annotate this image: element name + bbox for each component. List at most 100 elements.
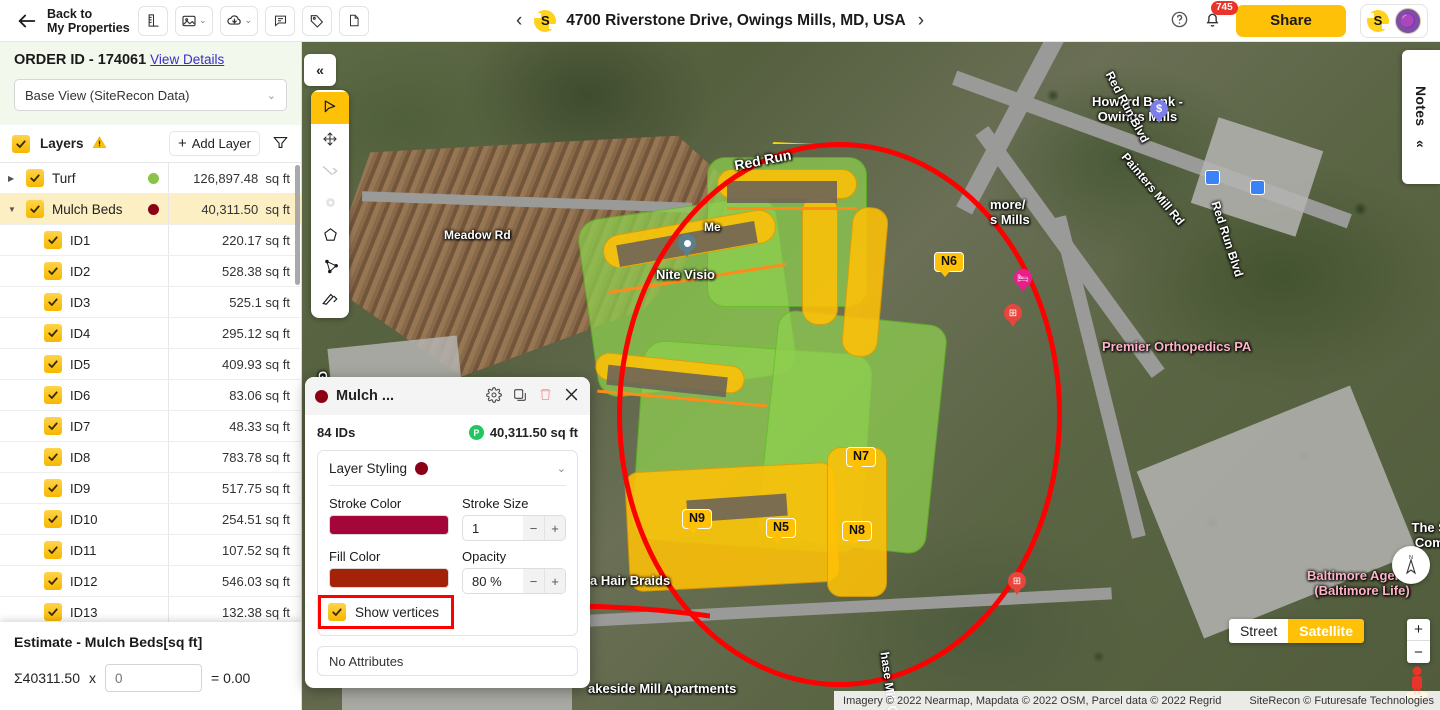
opacity-stepper[interactable]: 80 % − + [462, 568, 566, 594]
user-avatar[interactable]: 🟣 [1395, 7, 1421, 34]
layer-row-id9[interactable]: ID9 517.75 sq ft [0, 473, 301, 504]
layers-master-checkbox[interactable] [12, 134, 30, 153]
feature-checkbox[interactable] [44, 231, 62, 249]
fill-color-swatch[interactable] [329, 568, 449, 588]
layer-checkbox[interactable] [26, 169, 44, 187]
basemap-satellite-option[interactable]: Satellite [1288, 619, 1364, 643]
note-marker[interactable]: N7 [846, 447, 876, 472]
view-details-link[interactable]: View Details [150, 52, 224, 67]
feature-name: ID8 [70, 449, 91, 465]
line-tool[interactable] [311, 156, 349, 188]
feature-checkbox[interactable] [44, 479, 62, 497]
help-icon[interactable] [1170, 10, 1189, 32]
zoom-out-button[interactable]: − [1407, 641, 1430, 663]
layer-row-id5[interactable]: ID5 409.93 sq ft [0, 349, 301, 380]
layer-rows[interactable]: ▶ Turf 126,897.48 sq ft ▼ Mulch Beds 40,… [0, 163, 301, 655]
stroke-size-increment[interactable]: + [544, 516, 565, 540]
layer-row-id12[interactable]: ID12 546.03 sq ft [0, 566, 301, 597]
show-vertices-checkbox[interactable] [328, 603, 346, 621]
layer-row-id2[interactable]: ID2 528.38 sq ft [0, 256, 301, 287]
note-marker[interactable]: N8 [842, 521, 872, 546]
feature-checkbox[interactable] [44, 603, 62, 621]
collapse-sidebar-button[interactable]: « [304, 54, 336, 86]
feature-name: ID4 [70, 325, 91, 341]
layer-row-id7[interactable]: ID7 48.33 sq ft [0, 411, 301, 442]
share-button[interactable]: Share [1236, 4, 1346, 37]
feature-checkbox[interactable] [44, 293, 62, 311]
layer-row-turf[interactable]: ▶ Turf 126,897.48 sq ft [0, 163, 301, 194]
stroke-size-decrement[interactable]: − [523, 516, 544, 540]
layer-row-id1[interactable]: ID1 220.17 sq ft [0, 225, 301, 256]
view-select[interactable]: Base View (SiteRecon Data) ⌄ [14, 79, 287, 111]
delete-icon[interactable] [538, 387, 553, 405]
tag-button[interactable] [302, 5, 333, 36]
layer-styling-header[interactable]: Layer Styling ⌄ [329, 461, 566, 486]
download-dropdown-button[interactable]: ⌄ [219, 5, 259, 36]
note-marker[interactable]: N5 [766, 518, 796, 543]
feature-checkbox[interactable] [44, 448, 62, 466]
estimate-sum: Σ40311.50 [14, 670, 81, 686]
feature-checkbox[interactable] [44, 417, 62, 435]
imagery-dropdown-button[interactable]: ⌄ [175, 5, 213, 36]
feature-checkbox[interactable] [44, 355, 62, 373]
notes-panel-tab[interactable]: Notes « [1402, 50, 1440, 184]
layer-row-id4[interactable]: ID4 295.12 sq ft [0, 318, 301, 349]
feature-checkbox[interactable] [44, 262, 62, 280]
feature-checkbox[interactable] [44, 541, 62, 559]
stroke-size-stepper[interactable]: 1 − + [462, 515, 566, 541]
polygon-tool[interactable] [311, 220, 349, 252]
opacity-increment[interactable]: + [544, 569, 565, 593]
warning-icon[interactable] [92, 135, 107, 153]
layer-checkbox[interactable] [26, 200, 44, 218]
comments-button[interactable] [265, 5, 296, 36]
notifications-button[interactable]: 745 [1203, 0, 1238, 32]
note-marker[interactable]: N6 [934, 252, 964, 277]
note-marker[interactable]: N9 [682, 509, 712, 534]
stroke-color-swatch[interactable] [329, 515, 449, 535]
layer-row-id8[interactable]: ID8 783.78 sq ft [0, 442, 301, 473]
chevron-down-icon[interactable]: ⌄ [557, 462, 566, 475]
pan-move-tool[interactable] [311, 124, 349, 156]
measure-icon-button[interactable] [138, 5, 168, 36]
styling-color-dot[interactable] [415, 462, 429, 475]
move-icon [322, 131, 338, 150]
opacity-decrement[interactable]: − [523, 569, 544, 593]
layer-row-mulch-beds[interactable]: ▼ Mulch Beds 40,311.50 sq ft [0, 194, 301, 225]
next-property-button[interactable]: › [916, 11, 926, 30]
layer-row-id3[interactable]: ID3 525.1 sq ft [0, 287, 301, 318]
account-group[interactable]: S 🟣 [1360, 3, 1428, 38]
feature-checkbox[interactable] [44, 386, 62, 404]
popup-area-value: 40,311.50 sq ft [489, 425, 578, 440]
previous-property-button[interactable]: ‹ [514, 11, 524, 30]
layer-row-id6[interactable]: ID6 83.06 sq ft [0, 380, 301, 411]
feature-checkbox[interactable] [44, 572, 62, 590]
estimate-rate-input[interactable] [105, 664, 203, 692]
slice-tool[interactable] [311, 284, 349, 316]
gear-icon[interactable] [486, 386, 502, 406]
expand-triangle-icon[interactable]: ▶ [8, 174, 18, 183]
layer-row-id10[interactable]: ID10 254.51 sq ft [0, 504, 301, 535]
layer-color-dot[interactable] [148, 172, 159, 184]
cursor-select-tool[interactable] [311, 92, 349, 124]
filter-icon[interactable] [270, 134, 289, 154]
feature-checkbox[interactable] [44, 324, 62, 342]
triangle-vertex-tool[interactable] [311, 252, 349, 284]
collapse-triangle-icon[interactable]: ▼ [8, 205, 18, 214]
close-icon[interactable] [563, 386, 580, 406]
layer-row-id11[interactable]: ID11 107.52 sq ft [0, 535, 301, 566]
zoom-in-button[interactable]: + [1407, 619, 1430, 641]
popup-body: 84 IDs P 40,311.50 sq ft Layer Styling ⌄… [305, 415, 590, 688]
feature-checkbox[interactable] [44, 510, 62, 528]
duplicate-icon[interactable] [512, 387, 528, 406]
layer-color-dot[interactable] [148, 203, 159, 215]
basemap-street-option[interactable]: Street [1228, 619, 1289, 643]
document-button[interactable] [339, 5, 370, 36]
compass-control[interactable]: N [1392, 546, 1430, 584]
no-attributes-field[interactable]: No Attributes [317, 646, 578, 676]
back-to-my-properties-button[interactable]: Back to My Properties [0, 7, 132, 35]
add-layer-button[interactable]: + Add Layer [168, 131, 260, 156]
styling-fields: Stroke Color Stroke Size 1 − + Fill Colo… [329, 496, 566, 594]
point-tool[interactable] [311, 188, 349, 220]
sidebar-scrollbar[interactable] [294, 163, 301, 655]
workspace-avatar[interactable]: S [1367, 9, 1389, 32]
